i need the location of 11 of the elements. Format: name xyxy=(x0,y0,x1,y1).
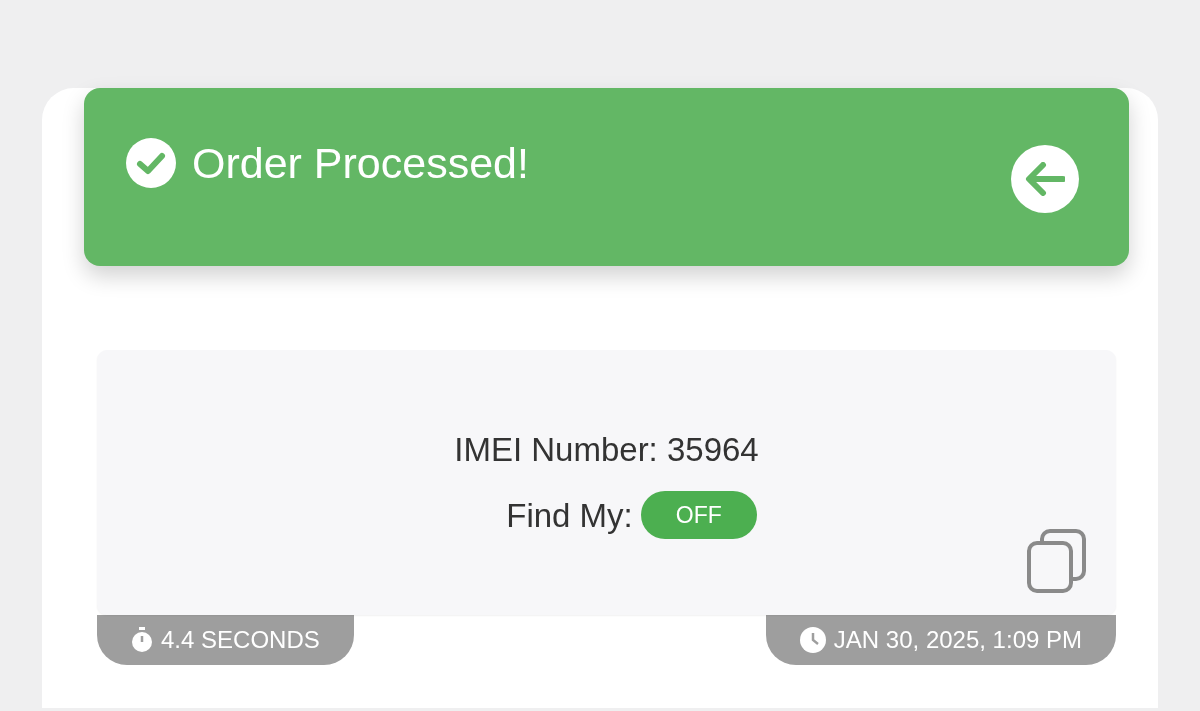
stopwatch-icon xyxy=(131,627,153,653)
check-circle-icon xyxy=(126,138,176,188)
copy-icon[interactable] xyxy=(1026,529,1088,593)
back-arrow-icon xyxy=(1025,162,1065,196)
imei-number: IMEI Number: 35964 xyxy=(454,431,759,468)
duration-text: 4.4 SECONDS xyxy=(161,625,320,655)
clock-icon xyxy=(799,627,826,653)
timestamp-text: JAN 30, 2025, 1:09 PM xyxy=(833,625,1082,655)
find-my-status: OFF xyxy=(640,491,757,540)
header-title: Order Processed! xyxy=(192,141,529,185)
find-my-label: Find My: xyxy=(506,495,633,536)
